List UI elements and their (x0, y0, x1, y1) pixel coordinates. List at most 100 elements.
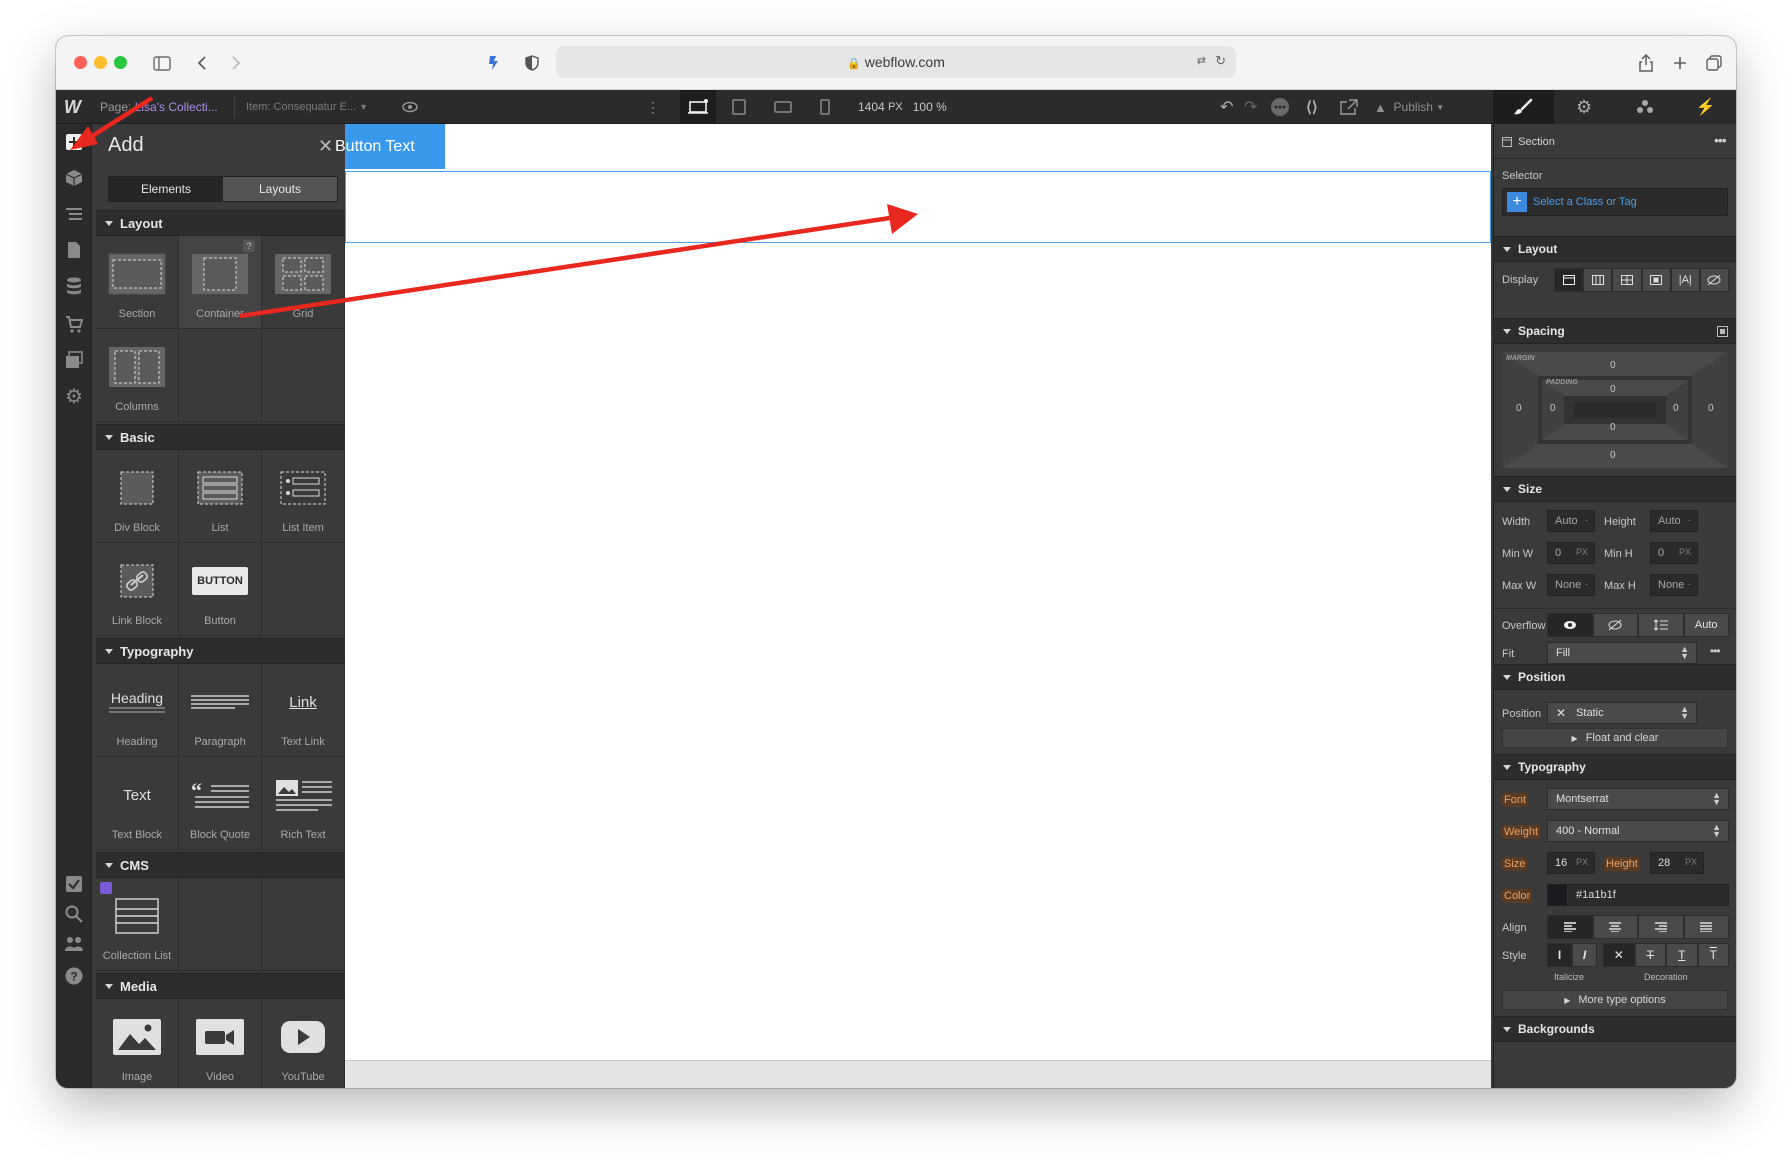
display-none-button[interactable] (1699, 268, 1730, 292)
underline-button[interactable]: T (1666, 943, 1698, 967)
selector-field[interactable]: + Select a Class or Tag (1502, 188, 1728, 216)
privacy-shield-icon[interactable] (522, 53, 542, 73)
section-position-header[interactable]: Position (1494, 664, 1736, 690)
display-inline-button[interactable]: |A| (1670, 268, 1700, 292)
element-list[interactable]: List (179, 450, 262, 543)
width-input[interactable]: Auto - (1547, 510, 1595, 532)
align-justify-button[interactable] (1683, 915, 1729, 939)
section-layout-header[interactable]: Layout (1494, 236, 1736, 262)
breakpoint-mobile-icon[interactable] (820, 90, 830, 124)
strikethrough-button[interactable]: T (1634, 943, 1666, 967)
help-badge[interactable]: ? (243, 240, 255, 252)
padding-top-value[interactable]: 0 (1610, 384, 1616, 395)
element-rich-text[interactable]: Rich Text (262, 757, 345, 850)
tab-style[interactable] (1493, 90, 1554, 124)
tab-lightning[interactable]: ⚡ (1675, 90, 1736, 124)
undo-icon[interactable]: ↶ (1220, 90, 1233, 124)
minimize-window-button[interactable] (94, 56, 107, 69)
selected-section[interactable] (345, 171, 1491, 243)
width-unit[interactable]: - (1585, 515, 1588, 525)
element-heading[interactable]: Heading Heading (96, 664, 179, 757)
max-width-input[interactable]: None - (1547, 574, 1595, 596)
reload-icon[interactable]: ↻ (1215, 53, 1226, 69)
section-size-header[interactable]: Size (1494, 476, 1736, 502)
section-spacing-header[interactable]: Spacing (1494, 318, 1736, 344)
align-center-button[interactable] (1592, 915, 1638, 939)
weight-select[interactable]: 400 - Normal ▲ ▼ (1547, 820, 1729, 842)
display-flex-button[interactable] (1583, 268, 1613, 292)
settings-gear-icon[interactable]: ⚙ (64, 386, 84, 408)
height-unit[interactable]: - (1688, 515, 1691, 525)
category-layout[interactable]: Layout (96, 210, 345, 236)
float-and-clear-button[interactable]: ▶ Float and clear (1502, 728, 1728, 748)
pages-icon[interactable] (64, 240, 84, 260)
tab-layouts[interactable]: Layouts (223, 177, 337, 201)
margin-left-value[interactable]: 0 (1516, 403, 1522, 414)
min-width-input[interactable]: 0 PX (1547, 542, 1595, 564)
breakpoint-tablet-icon[interactable] (732, 90, 746, 124)
max-height-input[interactable]: None - (1650, 574, 1698, 596)
close-window-button[interactable] (74, 56, 87, 69)
tab-interactions[interactable] (1615, 90, 1676, 124)
padding-left-value[interactable]: 0 (1550, 403, 1556, 414)
overflow-visible-button[interactable] (1547, 613, 1593, 637)
element-link-block[interactable]: Link Block (96, 543, 179, 636)
overflow-scroll-button[interactable] (1638, 613, 1684, 637)
element-video[interactable]: Video (179, 999, 262, 1088)
font-select[interactable]: Montserrat ▲ ▼ (1547, 788, 1729, 810)
margin-bottom-value[interactable]: 0 (1610, 450, 1616, 461)
max-height-unit[interactable]: - (1688, 579, 1691, 589)
font-size-unit[interactable]: PX (1576, 857, 1588, 867)
height-input[interactable]: Auto - (1650, 510, 1698, 532)
decoration-none-button[interactable]: ✕ (1603, 943, 1635, 967)
new-tab-icon[interactable] (1670, 53, 1690, 73)
search-icon[interactable] (64, 904, 84, 924)
element-div-block[interactable]: Div Block (96, 450, 179, 543)
tab-settings[interactable]: ⚙ (1554, 90, 1615, 124)
tab-overview-icon[interactable] (1704, 53, 1724, 73)
publish-button[interactable]: ▲ Publish ▼ (1374, 90, 1444, 124)
element-collection-list[interactable]: Collection List (96, 878, 179, 971)
overflow-hidden-button[interactable] (1592, 613, 1638, 637)
share-icon[interactable] (1636, 53, 1656, 73)
cms-item-selector[interactable]: Item: Consequatur E... ▼ (246, 90, 368, 124)
display-inline-block-button[interactable] (1641, 268, 1671, 292)
users-icon[interactable] (64, 934, 84, 954)
redo-icon[interactable]: ↷ (1244, 90, 1257, 124)
add-panel-button[interactable] (64, 132, 84, 152)
element-button[interactable]: BUTTON Button (179, 543, 262, 636)
min-height-input[interactable]: 0 PX (1650, 542, 1698, 564)
help-icon[interactable]: ? (64, 966, 84, 986)
element-grid[interactable]: Grid (262, 236, 345, 329)
back-arrow-icon[interactable] (192, 53, 212, 73)
export-icon[interactable] (1340, 90, 1358, 124)
regular-style-button[interactable]: I (1547, 943, 1572, 967)
element-columns[interactable]: Columns (96, 329, 179, 422)
more-options-icon[interactable]: ⋮ (646, 90, 660, 124)
font-size-input[interactable]: 16 PX (1547, 852, 1595, 874)
ecommerce-cart-icon[interactable] (64, 314, 84, 334)
position-select[interactable]: ✕ Static ▲ ▼ (1547, 702, 1697, 724)
element-section[interactable]: Section (96, 236, 179, 329)
min-width-unit[interactable]: PX (1576, 547, 1588, 557)
more-type-options-button[interactable]: ▶ More type options (1502, 990, 1728, 1010)
element-youtube[interactable]: YouTube (262, 999, 345, 1088)
collaboration-icon[interactable] (1270, 90, 1290, 124)
padding-right-value[interactable]: 0 (1673, 403, 1679, 414)
element-text-link[interactable]: Link Text Link (262, 664, 345, 757)
preview-eye-icon[interactable] (402, 90, 418, 124)
navigator-icon[interactable] (64, 204, 84, 224)
assets-icon[interactable] (64, 350, 84, 370)
breakpoint-desktop-icon[interactable] (680, 90, 716, 124)
category-media[interactable]: Media (96, 973, 345, 999)
section-typography-header[interactable]: Typography (1494, 754, 1736, 780)
fit-select[interactable]: Fill ▲ ▼ (1547, 642, 1697, 664)
category-cms[interactable]: CMS (96, 852, 345, 878)
forward-arrow-icon[interactable] (226, 53, 246, 73)
max-width-unit[interactable]: - (1585, 579, 1588, 589)
element-block-quote[interactable]: “ Block Quote (179, 757, 262, 850)
symbols-cube-icon[interactable] (64, 168, 84, 188)
element-container[interactable]: ? Container (179, 236, 262, 329)
close-icon[interactable]: ✕ (318, 136, 333, 157)
design-canvas[interactable]: Button Text (335, 124, 1491, 1060)
